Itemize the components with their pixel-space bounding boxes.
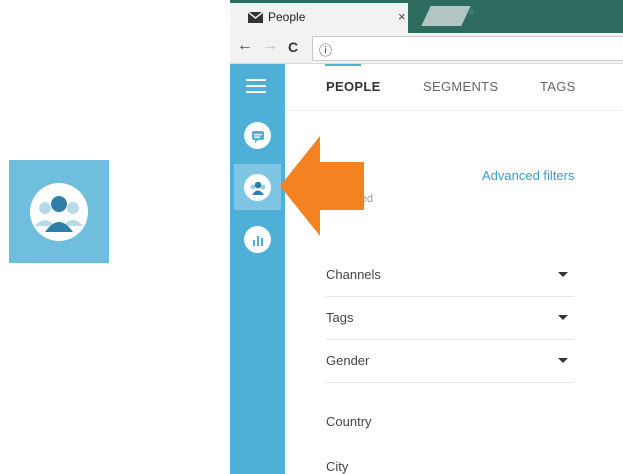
people-icon: [30, 183, 88, 241]
new-tab-button[interactable]: [421, 6, 471, 26]
envelope-icon: [248, 12, 263, 23]
filter-gender[interactable]: Gender: [326, 340, 574, 383]
tab-indicator: [468, 9, 474, 15]
chevron-down-icon: [558, 272, 568, 277]
browser-toolbar: ← → C ⓘ: [230, 33, 623, 64]
filter-channels[interactable]: Channels: [326, 254, 574, 297]
app-tab-bar: PEOPLE SEGMENTS TAGS: [285, 64, 623, 111]
filter-label: Channels: [326, 267, 381, 282]
filter-label: Tags: [326, 310, 354, 325]
people-icon[interactable]: [244, 174, 271, 201]
menu-icon[interactable]: [246, 79, 266, 97]
bar-chart-icon[interactable]: [244, 226, 271, 253]
filter-label: Gender: [326, 353, 370, 368]
browser-tab-people[interactable]: People ×: [230, 3, 408, 33]
close-icon[interactable]: ×: [398, 9, 406, 24]
chevron-down-icon: [558, 358, 568, 363]
filter-tags[interactable]: Tags: [326, 297, 574, 340]
chat-icon[interactable]: [244, 122, 271, 149]
reload-icon[interactable]: C: [288, 39, 298, 55]
tab-title: People: [268, 10, 306, 24]
pointer-arrow: [280, 136, 364, 236]
filter-country[interactable]: Country: [326, 414, 372, 429]
tab-strip: People ×: [230, 0, 623, 33]
active-tab-indicator: [325, 64, 361, 66]
app-sidebar: [230, 64, 285, 474]
people-icon-zoomed: [9, 160, 109, 263]
forward-icon[interactable]: →: [262, 37, 278, 55]
tab-segments[interactable]: SEGMENTS: [423, 79, 498, 94]
chevron-down-icon: [558, 315, 568, 320]
tab-tags[interactable]: TAGS: [540, 79, 576, 94]
back-icon[interactable]: ←: [237, 37, 253, 55]
info-icon[interactable]: ⓘ: [319, 40, 332, 59]
main-content: PEOPLE SEGMENTS TAGS s s applied Advance…: [285, 64, 623, 474]
advanced-filters-link[interactable]: Advanced filters: [482, 168, 575, 183]
tab-people[interactable]: PEOPLE: [326, 79, 381, 94]
filter-city[interactable]: City: [326, 459, 348, 474]
address-bar[interactable]: ⓘ: [312, 36, 623, 61]
